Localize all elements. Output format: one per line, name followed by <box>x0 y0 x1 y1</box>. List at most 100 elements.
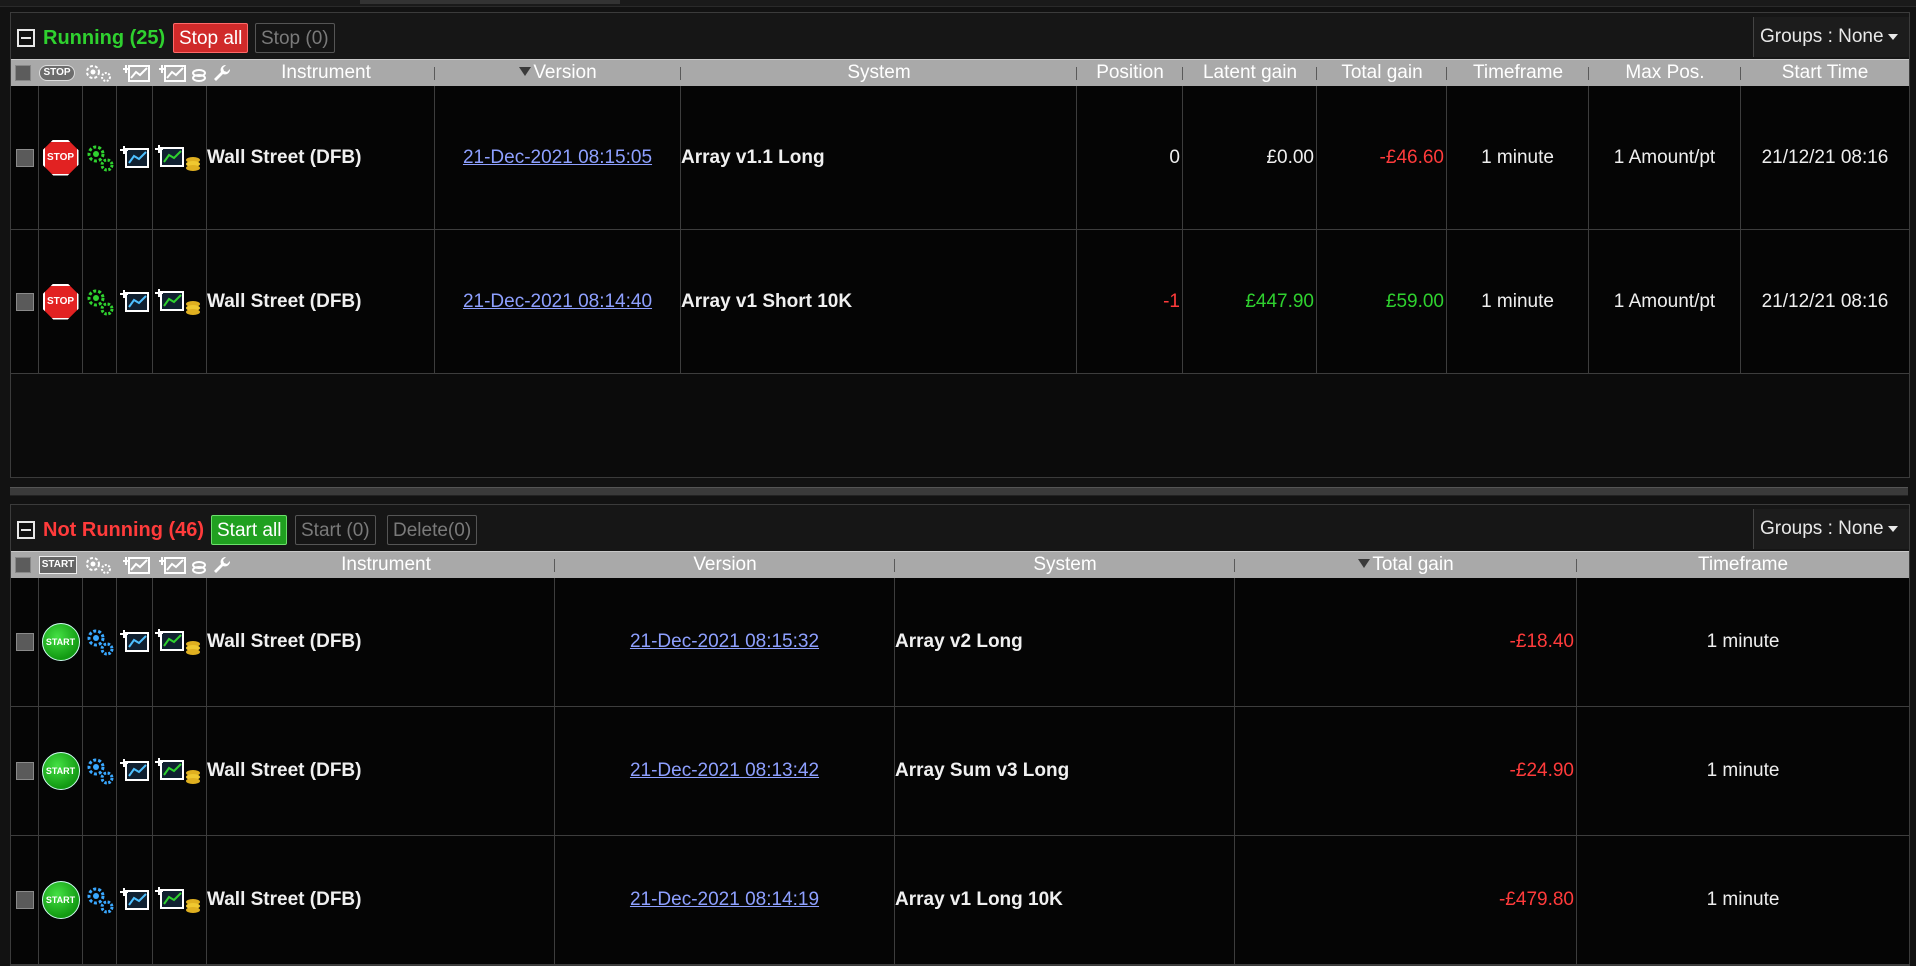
col-latent-gain[interactable]: Latent gain <box>1183 60 1317 86</box>
instrument-cell: Wall Street (DFB) <box>207 86 435 229</box>
version-link[interactable]: 21-Dec-2021 08:14:40 <box>463 291 652 313</box>
select-all-checkbox[interactable] <box>15 557 31 573</box>
backtest-coins-icon[interactable] <box>154 288 205 316</box>
running-panel: Running (25) Stop all Stop (0) Groups : … <box>10 12 1910 478</box>
stop-sign-icon[interactable]: STOP <box>42 139 79 176</box>
stop-sign-icon[interactable]: STOP <box>42 283 79 320</box>
chart-add-icon <box>123 557 150 574</box>
row-settings-cell <box>83 86 117 229</box>
select-all-checkbox[interactable] <box>15 65 31 81</box>
system-cell: Array v1 Long 10K <box>895 836 1235 964</box>
stop-selected-button[interactable]: Stop (0) <box>255 23 335 53</box>
stop-all-button[interactable]: Stop all <box>173 23 249 53</box>
version-cell: 21-Dec-2021 08:13:42 <box>555 707 895 835</box>
version-cell: 21-Dec-2021 08:14:19 <box>555 836 895 964</box>
version-link[interactable]: 21-Dec-2021 08:13:42 <box>630 760 819 782</box>
col-version[interactable]: Version <box>555 552 895 578</box>
settings-gears-icon[interactable] <box>85 885 115 915</box>
sort-desc-icon <box>1358 559 1371 569</box>
active-tab-indicator <box>360 0 620 4</box>
col-system[interactable]: System <box>895 552 1235 578</box>
groups-dropdown[interactable]: Groups : None <box>1753 509 1909 549</box>
row-checkbox[interactable] <box>15 762 34 780</box>
settings-gears-icon[interactable] <box>85 143 115 173</box>
table-row[interactable]: STOP Wall Street (DFB) 21-Dec-2021 08:14… <box>11 230 1909 374</box>
delete-selected-button[interactable]: Delete(0) <box>387 515 478 545</box>
stop-column-icon: STOP <box>39 65 75 81</box>
col-position[interactable]: Position <box>1077 60 1183 86</box>
col-max-pos[interactable]: Max Pos. <box>1589 60 1741 86</box>
groups-dropdown-label: Groups : None <box>1760 26 1884 47</box>
row-checkbox[interactable] <box>15 148 34 167</box>
start-button-icon[interactable]: START <box>41 623 80 661</box>
collapse-icon[interactable] <box>17 29 35 47</box>
chart-add-icon[interactable] <box>119 629 150 655</box>
col-total-gain-label: Total gain <box>1372 554 1454 575</box>
backtest-coins-icon[interactable] <box>154 144 205 172</box>
row-stop-cell: STOP <box>39 230 83 373</box>
timeframe-cell: 1 minute <box>1447 230 1589 373</box>
chart-add-icon[interactable] <box>119 758 150 784</box>
version-link[interactable]: 21-Dec-2021 08:15:05 <box>463 147 652 169</box>
table-row[interactable]: START Wall Street (DFB) 21-Dec-2021 08:1… <box>11 707 1909 836</box>
backtest-coins-icon[interactable] <box>154 757 205 785</box>
backtest-coins-icon[interactable] <box>154 628 205 656</box>
row-checkbox[interactable] <box>15 891 34 909</box>
timeframe-cell: 1 minute <box>1706 760 1780 781</box>
col-start-time[interactable]: Start Time <box>1741 60 1909 86</box>
col-instrument[interactable]: Instrument <box>217 60 435 86</box>
row-backtest-cell <box>153 836 207 964</box>
chart-add-icon[interactable] <box>119 145 150 171</box>
col-instrument[interactable]: Instrument <box>217 552 555 578</box>
start-all-button[interactable]: Start all <box>211 515 288 545</box>
chart-add-icon[interactable] <box>119 887 150 913</box>
start-button-icon[interactable]: START <box>41 752 80 790</box>
col-total-gain[interactable]: Total gain <box>1235 552 1577 578</box>
row-settings-cell <box>83 707 117 835</box>
row-chart-cell <box>117 836 153 964</box>
row-checkbox[interactable] <box>15 292 34 311</box>
system-cell: Array v2 Long <box>895 578 1235 706</box>
table-row[interactable]: STOP Wall Street (DFB) 21-Dec-2021 08:15… <box>11 86 1909 230</box>
groups-dropdown[interactable]: Groups : None <box>1753 17 1909 57</box>
settings-gears-icon[interactable] <box>85 287 115 317</box>
col-timeframe[interactable]: Timeframe <box>1577 552 1909 578</box>
version-link[interactable]: 21-Dec-2021 08:15:32 <box>630 631 819 653</box>
chart-add-icon[interactable] <box>119 289 150 315</box>
instrument-cell: Wall Street (DFB) <box>207 578 555 706</box>
latent-gain-cell: £0.00 <box>1183 86 1317 229</box>
instrument-cell: Wall Street (DFB) <box>207 230 435 373</box>
panel-splitter[interactable] <box>10 487 1908 496</box>
row-chart-cell <box>117 230 153 373</box>
version-link[interactable]: 21-Dec-2021 08:14:19 <box>630 889 819 911</box>
collapse-icon[interactable] <box>17 521 35 539</box>
col-version[interactable]: Version <box>435 60 681 86</box>
col-system[interactable]: System <box>681 60 1077 86</box>
row-checkbox[interactable] <box>15 633 34 651</box>
start-button-icon[interactable]: START <box>41 881 80 919</box>
row-settings-cell <box>83 578 117 706</box>
settings-gears-icon[interactable] <box>85 627 115 657</box>
row-checkbox-cell <box>11 707 39 835</box>
backtest-coins-icon[interactable] <box>154 886 205 914</box>
row-backtest-cell <box>153 707 207 835</box>
settings-gears-icon[interactable] <box>85 756 115 786</box>
not-running-panel: Not Running (46) Start all Start (0) Del… <box>10 504 1910 966</box>
sort-desc-icon <box>519 67 532 77</box>
not-running-table-header: START Instrument Version System Total ga… <box>11 551 1909 578</box>
version-cell: 21-Dec-2021 08:14:40 <box>435 230 681 373</box>
start-selected-button[interactable]: Start (0) <box>295 515 376 545</box>
row-backtest-cell <box>153 86 207 229</box>
version-cell: 21-Dec-2021 08:15:32 <box>555 578 895 706</box>
timeframe-cell: 1 minute <box>1706 889 1780 910</box>
latent-gain-cell: £447.90 <box>1183 230 1317 373</box>
total-gain-cell: -£479.80 <box>1235 836 1577 964</box>
col-timeframe[interactable]: Timeframe <box>1447 60 1589 86</box>
col-total-gain[interactable]: Total gain <box>1317 60 1447 86</box>
start-time-cell: 21/12/21 08:16 <box>1761 290 1889 312</box>
backtest-coins-icon <box>159 65 206 82</box>
table-row[interactable]: START Wall Street (DFB) 21-Dec-2021 08:1… <box>11 836 1909 965</box>
backtest-coins-icon <box>159 557 206 574</box>
max-pos-cell: 1 Amount/pt <box>1589 230 1741 373</box>
table-row[interactable]: START Wall Street (DFB) 21-Dec-2021 08:1… <box>11 578 1909 707</box>
